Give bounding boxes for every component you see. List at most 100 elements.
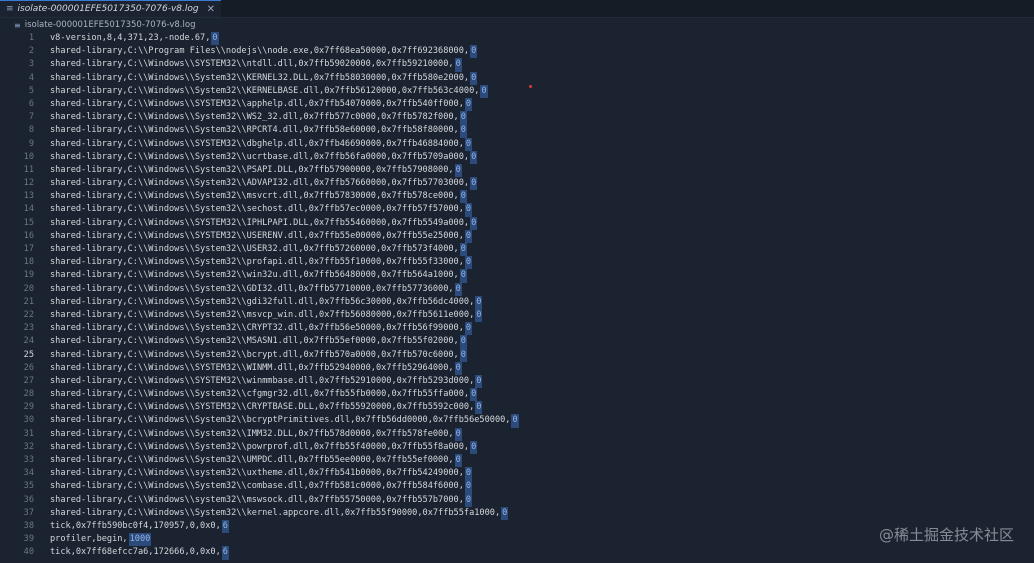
code-line[interactable]: 14 shared-library,C:\\Windows\\System32\\… [0, 203, 1034, 217]
code-line[interactable]: 5 shared-library,C:\\Windows\\System32\\K… [0, 84, 1034, 98]
line-number: 12 [23, 178, 34, 189]
editor[interactable]: 1 v8-version,8,4,371,23,-node.67, 0 2 shared… [0, 32, 1034, 563]
line-number: 26 [23, 362, 34, 373]
code-line[interactable]: 32 shared-library,C:\\Windows\\System32\\… [0, 440, 1034, 455]
code-line[interactable]: 22 shared-library,C:\\Windows\\System32\\… [0, 308, 1034, 323]
code-line[interactable]: 3 shared-library,C:\\Windows\\SYSTEM32\\n… [0, 58, 1034, 72]
line-text: shared-library,C:\\Windows\\SYSTEM32\\wi… [50, 374, 483, 389]
code-line[interactable]: 25 shared-library,C:\\Windows\\System32\\… [0, 348, 1034, 362]
line-number: 3 [28, 59, 34, 70]
code-line[interactable]: 23 shared-library,C:\\Windows\\System32\\… [0, 322, 1034, 336]
code-line[interactable]: 6 shared-library,C:\\Windows\\SYSTEM32\\a… [0, 97, 1034, 112]
code-line[interactable]: 35 shared-library,C:\\Windows\\System32\\… [0, 480, 1034, 494]
line-number: 35 [23, 481, 34, 492]
breadcrumb-file[interactable]: isolate-000001EFE5017350-7076-v8.log [25, 20, 196, 30]
code-line[interactable]: 12 shared-library,C:\\Windows\\System32\\… [0, 177, 1034, 191]
tab-log-file[interactable]: ≡ isolate-000001EFE5017350-7076-v8.log ✕ [0, 0, 221, 17]
line-text: shared-library,C:\\Windows\\SYSTEM32\\nt… [50, 58, 462, 72]
line-number: 33 [23, 455, 34, 465]
line-text: shared-library,C:\\Windows\\SYSTEM32\\US… [50, 229, 473, 244]
line-number: 39 [23, 534, 34, 545]
code-line[interactable]: 34 shared-library,C:\\Windows\\system32\\… [0, 467, 1034, 481]
code-line[interactable]: 2 shared-library,C:\\Program Files\\nodej… [0, 45, 1034, 59]
cursor-marker [529, 85, 532, 88]
code-line[interactable]: 10 shared-library,C:\\Windows\\System32\\… [0, 150, 1034, 164]
code-line[interactable]: 13 shared-library,C:\\Windows\\System32\\… [0, 190, 1034, 204]
line-number: 28 [23, 389, 34, 400]
line-text: shared-library,C:\\Windows\\System32\\uc… [50, 150, 478, 164]
code-line[interactable]: 4 shared-library,C:\\Windows\\System32\\K… [0, 71, 1034, 85]
line-number: 4 [28, 72, 34, 83]
code-line[interactable]: 20 shared-library,C:\\Windows\\System32\\… [0, 282, 1034, 296]
line-number: 31 [23, 428, 34, 439]
line-number: 19 [23, 270, 34, 281]
line-number: 38 [23, 520, 34, 531]
line-number: 34 [23, 468, 34, 479]
line-number: 29 [23, 402, 34, 413]
breadcrumb: ≡ isolate-000001EFE5017350-7076-v8.log [0, 18, 1034, 32]
line-number: 40 [23, 547, 34, 558]
line-text: shared-library,C:\\Windows\\SYSTEM32\\WI… [50, 361, 462, 375]
line-number: 2 [28, 46, 34, 57]
line-number: 8 [28, 125, 34, 136]
code-line[interactable]: 18 shared-library,C:\\Windows\\System32\\… [0, 256, 1034, 270]
code-line[interactable]: 1 v8-version,8,4,371,23,-node.67, 0 [0, 32, 1034, 46]
code-line[interactable]: 19 shared-library,C:\\Windows\\System32\\… [0, 269, 1034, 283]
line-text: shared-library,C:\\Windows\\System32\\MS… [50, 335, 467, 349]
tab-bar: ≡ isolate-000001EFE5017350-7076-v8.log ✕ [0, 0, 1034, 18]
line-number: 1 [28, 33, 34, 43]
code-line[interactable]: 36 shared-library,C:\\Windows\\system32\\… [0, 493, 1034, 507]
line-text: shared-library,C:\\Windows\\System32\\se… [50, 203, 473, 217]
line-text: shared-library,C:\\Windows\\System32\\AD… [50, 177, 478, 191]
code-line[interactable]: 37 shared-library,C:\\Windows\\System32\\… [0, 506, 1034, 520]
code-line[interactable]: 15 shared-library,C:\\Windows\\SYSTEM32\\… [0, 216, 1034, 230]
code-line[interactable]: 16 shared-library,C:\\Windows\\SYSTEM32\\… [0, 229, 1034, 244]
line-number: 18 [23, 257, 34, 268]
code-line[interactable]: 9 shared-library,C:\\Windows\\SYSTEM32\\d… [0, 137, 1034, 151]
line-number: 37 [23, 507, 34, 518]
line-number: 20 [23, 283, 34, 294]
line-text: v8-version,8,4,371,23,-node.67, 0 [50, 32, 219, 46]
line-number: 16 [23, 230, 34, 241]
line-text: shared-library,C:\\Windows\\SYSTEM32\\IP… [50, 216, 478, 230]
line-text: shared-library,C:\\Windows\\System32\\po… [50, 440, 478, 455]
line-number: 5 [28, 85, 34, 96]
line-text: shared-library,C:\\Program Files\\nodejs… [50, 45, 478, 59]
line-text: profiler,begin, 1000 [50, 533, 152, 547]
line-number: 15 [23, 217, 34, 228]
line-number: 23 [23, 323, 34, 334]
code-line[interactable]: 17 shared-library,C:\\Windows\\System32\\… [0, 243, 1034, 257]
code-line[interactable]: 7 shared-library,C:\\Windows\\System32\\W… [0, 111, 1034, 125]
code-line[interactable]: 27 shared-library,C:\\Windows\\SYSTEM32\\… [0, 374, 1034, 389]
line-number: 10 [23, 151, 34, 162]
code-line[interactable]: 26 shared-library,C:\\Windows\\SYSTEM32\\… [0, 361, 1034, 375]
line-text: shared-library,C:\\Windows\\system32\\ms… [50, 493, 473, 507]
line-text: shared-library,C:\\Windows\\System32\\bc… [50, 414, 519, 428]
line-text: shared-library,C:\\Windows\\System32\\cf… [50, 388, 478, 402]
code-line[interactable]: 31 shared-library,C:\\Windows\\System32\\… [0, 427, 1034, 441]
code-line[interactable]: 33 shared-library,C:\\Windows\\System32\\… [0, 454, 1034, 468]
line-number: 17 [23, 244, 34, 254]
file-icon: ≡ [14, 20, 21, 30]
code-line[interactable]: 11 shared-library,C:\\Windows\\System32\\… [0, 163, 1034, 178]
code-line[interactable]: 40 tick,0x7ff68efcc7a6,172666,0,0x0, 6 [0, 546, 1034, 560]
line-text: shared-library,C:\\Windows\\System32\\GD… [50, 282, 462, 296]
line-text: shared-library,C:\\Windows\\System32\\KE… [50, 84, 488, 98]
line-text: shared-library,C:\\Windows\\System32\\ke… [50, 506, 509, 520]
close-icon[interactable]: ✕ [207, 4, 215, 15]
line-text: shared-library,C:\\Windows\\System32\\wi… [50, 269, 467, 283]
code-line[interactable]: 21 shared-library,C:\\Windows\\System32\\… [0, 295, 1034, 309]
code-line[interactable]: 29 shared-library,C:\\Windows\\SYSTEM32\\… [0, 401, 1034, 415]
line-text: shared-library,C:\\Windows\\System32\\pr… [50, 256, 473, 270]
watermark: @稀土掘金技术社区 [878, 526, 1014, 544]
line-text: shared-library,C:\\Windows\\SYSTEM32\\CR… [50, 401, 483, 415]
line-text: shared-library,C:\\Windows\\System32\\ms… [50, 308, 483, 323]
line-text: shared-library,C:\\Windows\\System32\\co… [50, 480, 473, 494]
code-line[interactable]: 30 shared-library,C:\\Windows\\System32\\… [0, 414, 1034, 428]
code-line[interactable]: 24 shared-library,C:\\Windows\\System32\\… [0, 335, 1034, 349]
code-line[interactable]: 8 shared-library,C:\\Windows\\System32\\R… [0, 124, 1034, 138]
line-text: shared-library,C:\\Windows\\System32\\bc… [50, 348, 467, 362]
line-number: 13 [23, 191, 34, 202]
code-line[interactable]: 28 shared-library,C:\\Windows\\System32\\… [0, 388, 1034, 402]
line-number: 27 [23, 375, 34, 386]
